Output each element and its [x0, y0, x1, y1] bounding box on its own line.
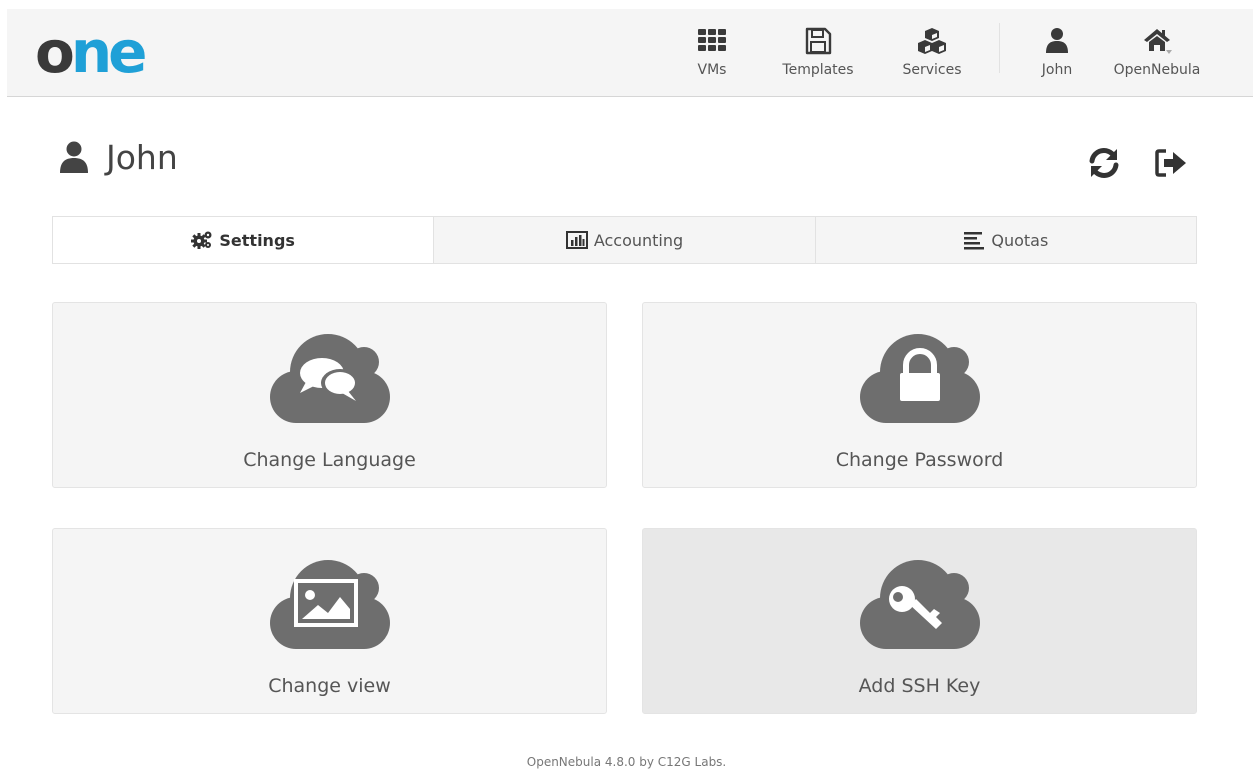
page-title-text: John [106, 137, 178, 177]
change-password-card[interactable]: Change Password [642, 302, 1197, 488]
home-icon [1144, 29, 1172, 54]
opennebula-logo[interactable]: one [35, 23, 147, 81]
lock-icon [859, 334, 980, 423]
nav-divider [999, 23, 1000, 73]
tab-quotas[interactable]: Quotas [814, 217, 1196, 263]
nav-templates[interactable]: Templates [777, 9, 859, 97]
refresh-icon[interactable] [1087, 146, 1121, 180]
align-left-icon [964, 232, 985, 250]
sign-out-icon[interactable] [1154, 146, 1188, 180]
nav-vms[interactable]: VMs [687, 9, 737, 97]
grid-icon [698, 29, 726, 51]
nav-zone[interactable]: OpenNebula [1112, 9, 1202, 97]
add-ssh-key-label: Add SSH Key [858, 675, 981, 697]
top-navbar: one VMs Templates Services John OpenNebu… [7, 9, 1253, 97]
tab-quotas-label: Quotas [991, 230, 1049, 250]
comments-icon [269, 334, 390, 423]
user-icon [1046, 28, 1068, 53]
change-view-card[interactable]: Change view [52, 528, 607, 714]
nav-vms-label: VMs [697, 62, 727, 78]
chevron-down-icon [1166, 50, 1172, 54]
nav-services-label: Services [902, 62, 962, 78]
picture-icon [269, 560, 390, 649]
tab-accounting-label: Accounting [593, 230, 684, 250]
change-language-label: Change Language [243, 449, 416, 471]
change-language-card[interactable]: Change Language [52, 302, 607, 488]
page-title: John [58, 140, 178, 174]
nav-zone-label: OpenNebula [1113, 62, 1201, 78]
nav-services[interactable]: Services [897, 9, 967, 97]
floppy-disk-icon [805, 27, 832, 55]
gears-icon [191, 231, 212, 249]
add-ssh-key-card[interactable]: Add SSH Key [642, 528, 1197, 714]
nav-user[interactable]: John [1037, 9, 1077, 97]
footer-text: OpenNebula 4.8.0 by C12G Labs. [526, 755, 727, 769]
change-password-label: Change Password [835, 449, 1004, 471]
key-icon [859, 560, 980, 649]
settings-tabs: Settings Accounting Quotas [52, 216, 1197, 264]
nav-user-label: John [1041, 62, 1073, 78]
tab-settings[interactable]: Settings [53, 217, 434, 263]
cubes-icon [918, 28, 946, 54]
tab-settings-label: Settings [219, 230, 295, 250]
user-icon [60, 141, 88, 173]
bar-chart-icon [565, 231, 588, 249]
change-view-label: Change view [268, 675, 391, 697]
tab-accounting[interactable]: Accounting [433, 217, 815, 263]
nav-templates-label: Templates [782, 62, 854, 78]
